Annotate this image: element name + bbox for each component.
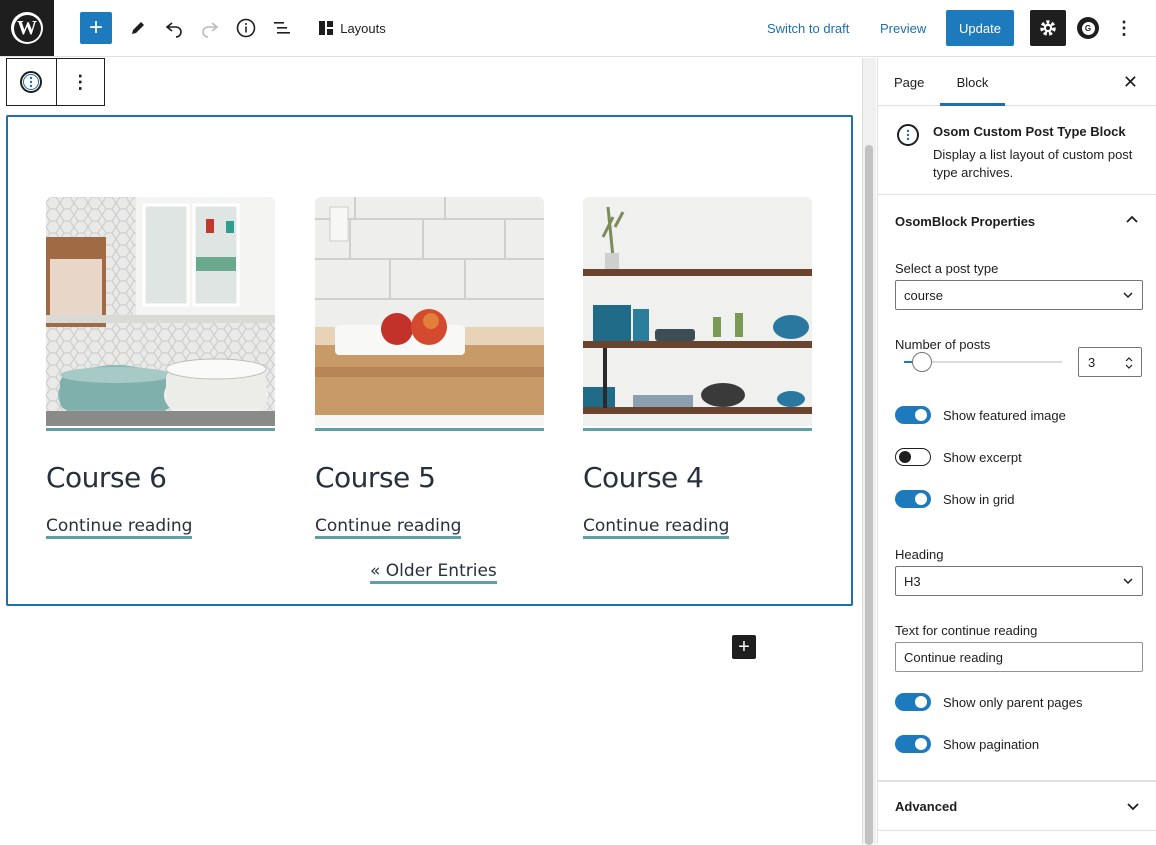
block-options-icon[interactable]: ⋮	[55, 59, 105, 105]
toggle-label: Show in grid	[943, 491, 1015, 507]
tab-block[interactable]: Block	[940, 58, 1005, 106]
settings-button[interactable]	[1030, 10, 1066, 46]
featured-image-open-shelves[interactable]	[583, 197, 812, 426]
post-title[interactable]: Course 6	[46, 461, 275, 494]
layouts-icon	[319, 21, 334, 35]
info-icon[interactable]	[230, 12, 262, 44]
number-of-posts-value: 3	[1088, 354, 1096, 370]
post-type-label: Select a post type	[895, 261, 999, 276]
toggle-show-only-parent-pages[interactable]: Show only parent pages	[895, 692, 1082, 712]
canvas-scrollbar-thumb[interactable]	[865, 145, 873, 845]
properties-panel-title: OsomBlock Properties	[895, 213, 1036, 229]
chevron-down-icon	[1127, 803, 1139, 811]
continue-reading-text-label: Text for continue reading	[895, 623, 1038, 638]
tab-page[interactable]: Page	[894, 58, 924, 106]
toggle-show-pagination[interactable]: Show pagination	[895, 734, 1039, 754]
toggle-label: Show pagination	[943, 736, 1040, 752]
toggle-show-in-grid[interactable]: Show in grid	[895, 489, 1015, 509]
heading-label: Heading	[895, 547, 944, 562]
image-underline	[46, 428, 275, 431]
continue-reading-text-value: Continue reading	[904, 649, 1004, 665]
block-toolbar: ⋮	[6, 58, 105, 106]
toggle-show-excerpt[interactable]: Show excerpt	[895, 447, 1022, 467]
toggle-switch[interactable]	[895, 693, 931, 711]
custom-block-icon	[897, 124, 919, 146]
block-card: Osom Custom Post Type Block Display a li…	[878, 106, 1156, 195]
layouts-label: Layouts	[340, 20, 386, 36]
gear-icon	[1040, 20, 1056, 36]
image-underline	[315, 428, 544, 431]
custom-post-type-block[interactable]: Course 6 Continue reading Course 5 Conti…	[6, 115, 853, 606]
chevron-down-icon	[1123, 292, 1133, 299]
heading-select[interactable]: H3	[895, 566, 1143, 596]
continue-reading-link[interactable]: Continue reading	[315, 516, 462, 539]
featured-image-apples-counter[interactable]	[315, 197, 544, 426]
number-of-posts-label: Number of posts	[895, 337, 991, 352]
toggle-label: Show only parent pages	[943, 694, 1083, 710]
close-icon[interactable]: ✕	[1123, 72, 1138, 93]
advanced-panel-title: Advanced	[895, 798, 958, 814]
wordpress-logo-icon[interactable]: W	[0, 0, 54, 56]
undo-icon[interactable]	[158, 12, 190, 44]
toggle-label: Show excerpt	[943, 449, 1022, 465]
preview-button[interactable]: Preview	[880, 12, 926, 44]
properties-panel-header[interactable]: OsomBlock Properties	[878, 195, 1156, 247]
pencil-icon[interactable]	[122, 12, 154, 44]
toggle-switch[interactable]	[895, 490, 931, 508]
update-button[interactable]: Update	[946, 10, 1014, 46]
continue-reading-text-input[interactable]: Continue reading	[895, 642, 1143, 672]
options-menu-icon[interactable]: ⋮	[1110, 12, 1138, 44]
heading-value: H3	[904, 573, 921, 589]
spinner-arrows-icon[interactable]	[1125, 356, 1133, 370]
list-view-icon[interactable]	[266, 12, 298, 44]
toggle-switch[interactable]	[895, 735, 931, 753]
toggle-switch[interactable]	[895, 406, 931, 424]
number-of-posts-input[interactable]: 3	[1078, 347, 1142, 377]
plugin-avatar-icon[interactable]: G	[1074, 12, 1102, 44]
add-block-button[interactable]: +	[80, 12, 112, 44]
block-type-button[interactable]	[7, 59, 56, 105]
toggle-show-featured-image[interactable]: Show featured image	[895, 405, 1066, 425]
settings-sidebar: Page Block ✕ Osom Custom Post Type Block…	[877, 58, 1156, 844]
layouts-button[interactable]: Layouts	[312, 12, 392, 44]
post-type-select[interactable]: course	[895, 280, 1143, 310]
post-title[interactable]: Course 5	[315, 461, 544, 494]
post-title[interactable]: Course 4	[583, 461, 812, 494]
continue-reading-link[interactable]: Continue reading	[46, 516, 193, 539]
featured-image-kitchen-pots[interactable]	[46, 197, 275, 426]
block-title: Osom Custom Post Type Block	[933, 124, 1126, 139]
post-type-value: course	[904, 287, 944, 303]
image-underline	[583, 428, 812, 431]
advanced-panel-header[interactable]: Advanced	[878, 781, 1156, 831]
redo-icon[interactable]	[194, 12, 226, 44]
block-inserter-button[interactable]: +	[732, 635, 756, 659]
range-slider-handle[interactable]	[912, 352, 932, 372]
toggle-switch[interactable]	[895, 448, 931, 466]
older-entries-link[interactable]: « Older Entries	[370, 561, 497, 584]
editor-header: W + Layouts Switch to draft Preview Upda…	[0, 0, 1156, 57]
chevron-up-icon	[1126, 215, 1138, 223]
post-card: Course 5 Continue reading	[315, 197, 544, 539]
switch-to-draft-button[interactable]: Switch to draft	[767, 12, 849, 44]
avatar-letter: G	[1081, 21, 1095, 35]
post-card: Course 4 Continue reading	[583, 197, 812, 539]
block-description: Display a list layout of custom post typ…	[933, 147, 1133, 180]
toggle-label: Show featured image	[943, 407, 1066, 423]
sidebar-tabs: Page Block ✕	[878, 58, 1156, 106]
continue-reading-link[interactable]: Continue reading	[583, 516, 730, 539]
post-card: Course 6 Continue reading	[46, 197, 275, 539]
chevron-down-icon	[1123, 578, 1133, 585]
custom-block-icon	[20, 71, 43, 93]
